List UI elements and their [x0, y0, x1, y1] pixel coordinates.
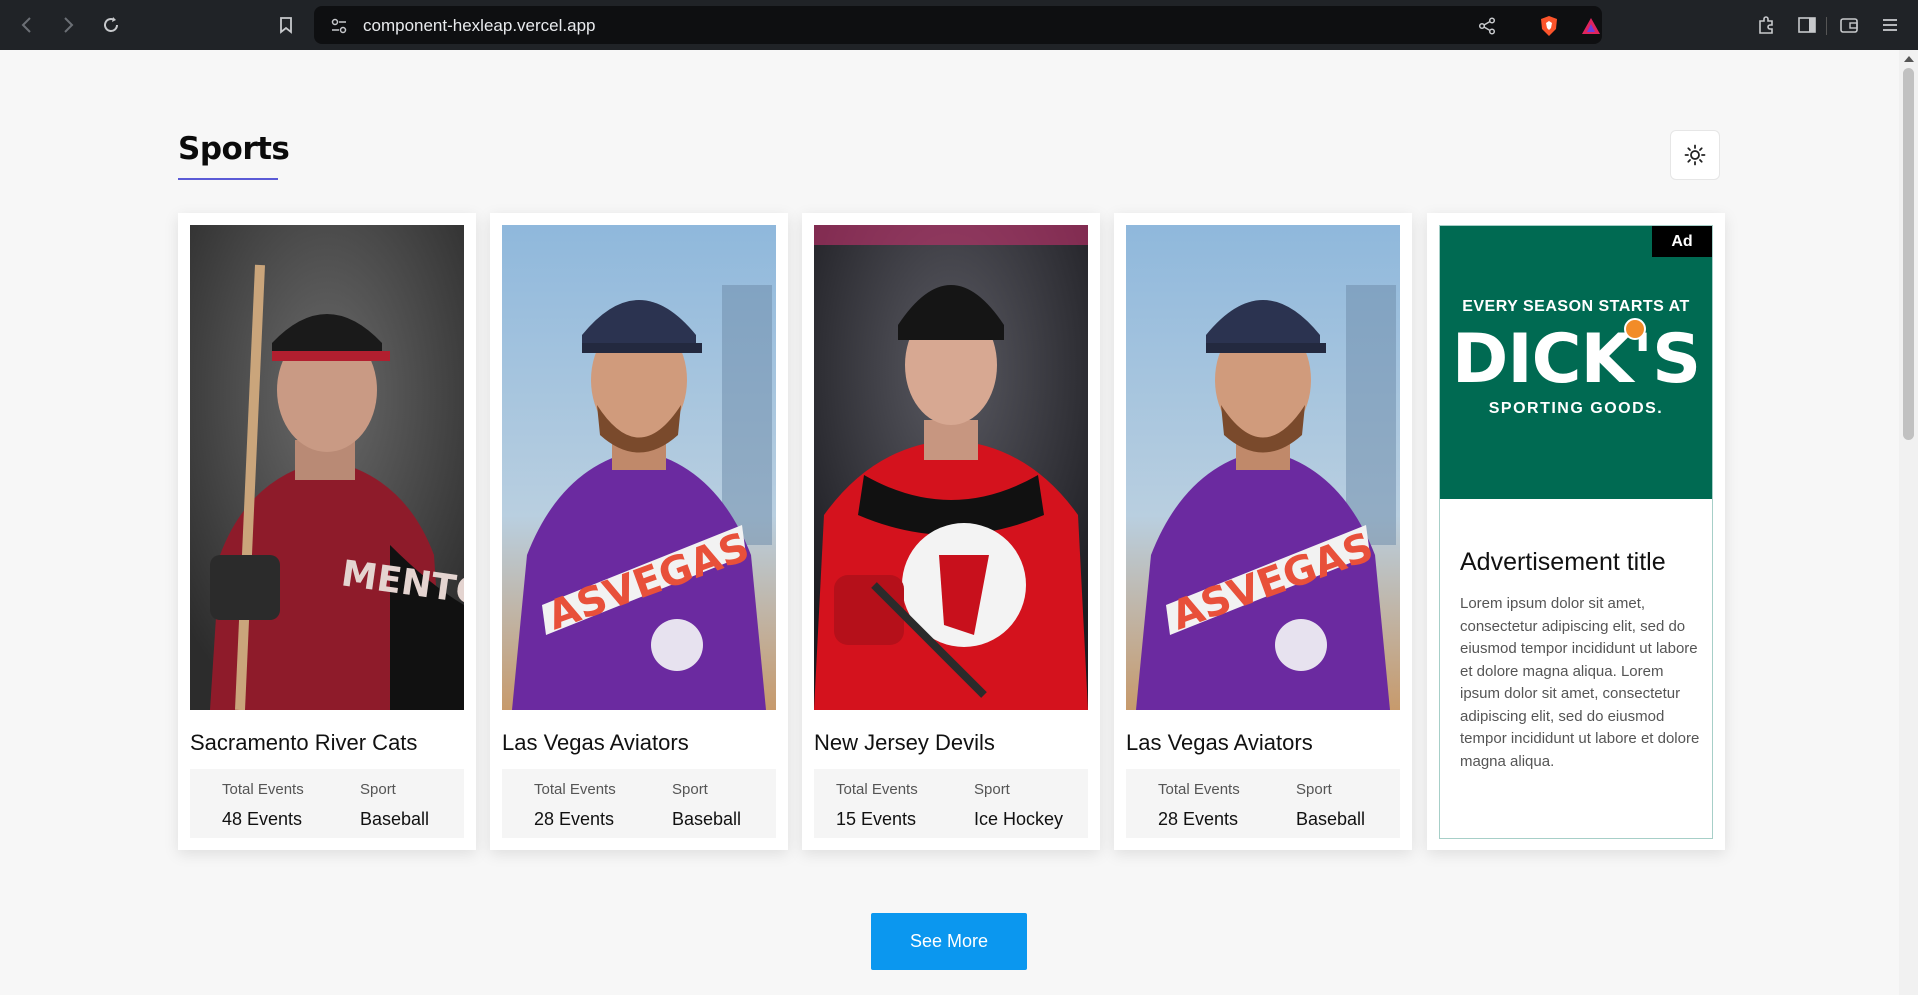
- team-photo: ASVEGAS: [502, 225, 776, 710]
- total-events-value: 15 Events: [836, 809, 917, 829]
- scroll-up-icon[interactable]: [1904, 56, 1914, 62]
- team-stats: Total Events Sport 28 Events Baseball: [502, 769, 776, 838]
- share-icon[interactable]: [1476, 15, 1498, 37]
- team-card[interactable]: New Jersey Devils Total Events Sport 15 …: [802, 213, 1100, 850]
- extensions-icon[interactable]: [1753, 12, 1779, 38]
- sidebar-icon[interactable]: [1794, 12, 1820, 38]
- total-events-label: Total Events: [1158, 781, 1240, 798]
- total-events-label: Total Events: [534, 781, 616, 798]
- ad-body: Lorem ipsum dolor sit amet, consectetur …: [1460, 595, 1700, 770]
- scroll-thumb[interactable]: [1903, 68, 1914, 440]
- ad-badge: Ad: [1652, 226, 1712, 257]
- sport-value: Baseball: [672, 809, 742, 829]
- brave-shield-icon[interactable]: [1538, 15, 1560, 37]
- reload-icon[interactable]: [98, 12, 124, 38]
- address-bar[interactable]: component-hexleap.vercel.app: [314, 6, 1827, 44]
- team-name: Sacramento River Cats: [190, 730, 418, 755]
- page-scrollbar[interactable]: [1899, 50, 1918, 995]
- ad-content: EVERY SEASON STARTS AT DICK'S SPORTING G…: [1439, 225, 1713, 839]
- menu-icon[interactable]: [1877, 12, 1903, 38]
- ad-card[interactable]: EVERY SEASON STARTS AT DICK'S SPORTING G…: [1427, 213, 1725, 850]
- ad-title: Advertisement title: [1460, 548, 1666, 576]
- bookmark-icon[interactable]: [273, 12, 299, 38]
- sun-icon: [1684, 144, 1706, 166]
- page-title: Sports: [178, 131, 290, 167]
- total-events-value: 28 Events: [1158, 809, 1239, 829]
- sport-label: Sport: [360, 781, 396, 798]
- site-settings-icon[interactable]: [328, 15, 350, 37]
- team-photo: ASVEGAS: [1126, 225, 1400, 710]
- team-photo: MENTO: [190, 225, 464, 710]
- basketball-icon: [1624, 318, 1646, 340]
- wallet-icon[interactable]: [1836, 12, 1862, 38]
- total-events-value: 48 Events: [222, 809, 303, 829]
- team-name: Las Vegas Aviators: [502, 730, 689, 755]
- see-more-button[interactable]: See More: [871, 913, 1027, 970]
- brave-rewards-icon[interactable]: [1580, 15, 1602, 37]
- theme-toggle-button[interactable]: [1670, 130, 1720, 180]
- sport-value: Baseball: [1296, 809, 1366, 829]
- sport-label: Sport: [672, 781, 708, 798]
- total-events-label: Total Events: [222, 781, 304, 798]
- team-photo: [814, 225, 1088, 710]
- total-events-label: Total Events: [836, 781, 918, 798]
- team-stats: Total Events Sport 48 Events Baseball: [190, 769, 464, 838]
- url-separator: [1826, 17, 1827, 35]
- total-events-value: 28 Events: [534, 809, 615, 829]
- url-text[interactable]: component-hexleap.vercel.app: [363, 16, 595, 36]
- ad-image-subtitle: SPORTING GOODS.: [1488, 400, 1664, 417]
- team-card[interactable]: ASVEGAS Las Vegas Aviators Total Events …: [490, 213, 788, 850]
- team-card[interactable]: MENTO Sacramento River Cats Total Events…: [178, 213, 476, 850]
- sport-label: Sport: [1296, 781, 1332, 798]
- team-name: Las Vegas Aviators: [1126, 730, 1313, 755]
- team-stats: Total Events Sport 15 Events Ice Hockey: [814, 769, 1088, 838]
- team-card[interactable]: ASVEGAS Las Vegas Aviators Total Events …: [1114, 213, 1412, 850]
- sport-value: Ice Hockey: [974, 809, 1064, 829]
- sport-value: Baseball: [360, 809, 430, 829]
- ad-image[interactable]: EVERY SEASON STARTS AT DICK'S SPORTING G…: [1440, 226, 1712, 499]
- title-underline: [178, 178, 278, 180]
- sport-label: Sport: [974, 781, 1010, 798]
- back-icon[interactable]: [14, 12, 40, 38]
- team-stats: Total Events Sport 28 Events Baseball: [1126, 769, 1400, 838]
- ad-image-tagline: EVERY SEASON STARTS AT: [1462, 298, 1690, 315]
- ad-image-brand: DICK'S: [1451, 320, 1701, 399]
- browser-toolbar: component-hexleap.vercel.app: [0, 0, 1918, 50]
- forward-icon[interactable]: [55, 12, 81, 38]
- team-name: New Jersey Devils: [814, 730, 995, 755]
